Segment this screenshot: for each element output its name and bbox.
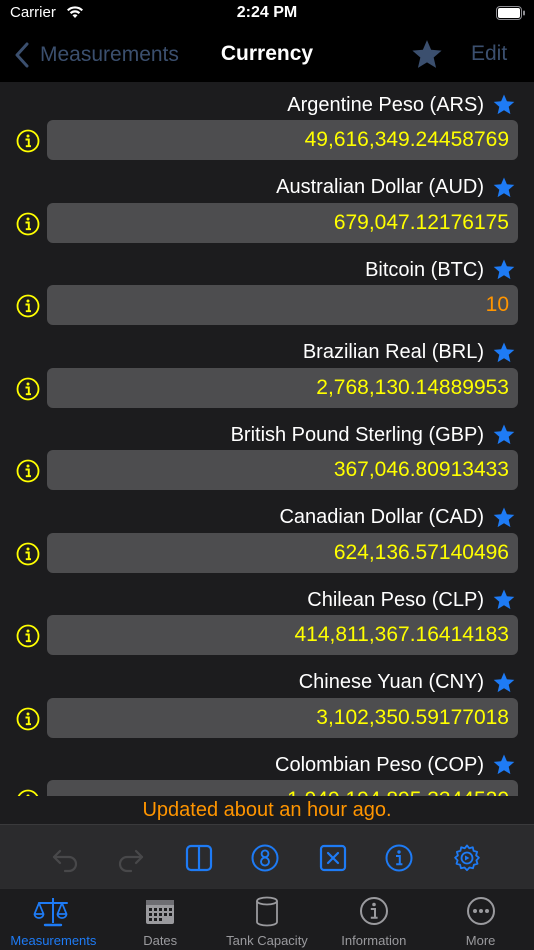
list-item: Australian Dollar (AUD) 679,047.12176175: [0, 165, 534, 248]
info-icon[interactable]: [16, 212, 40, 236]
more-icon: [466, 897, 495, 925]
list-item: Chinese Yuan (CNY) 3,102,350.59177018: [0, 660, 534, 743]
chevron-left-icon: [15, 42, 29, 68]
back-button-label: Measurements: [40, 43, 179, 66]
split-view-icon[interactable]: [184, 843, 214, 873]
star-icon[interactable]: [492, 258, 516, 282]
scale-icon: [34, 898, 69, 927]
star-icon[interactable]: [492, 753, 516, 777]
currency-label: Canadian Dollar (CAD): [279, 506, 484, 528]
currency-label: British Pound Sterling (GBP): [230, 423, 484, 446]
battery-icon: [496, 6, 525, 20]
star-icon[interactable]: [492, 93, 516, 117]
info-icon[interactable]: [16, 624, 40, 648]
currency-label: Chinese Yuan (CNY): [298, 671, 484, 693]
currency-label: Brazilian Real (BRL): [302, 341, 484, 363]
info-icon[interactable]: [16, 459, 40, 483]
info-icon[interactable]: [384, 843, 414, 873]
currency-value-field[interactable]: 2,768,130.14889953: [47, 367, 518, 408]
updated-status-text: Updated about an hour ago.: [0, 796, 534, 824]
star-icon[interactable]: [492, 341, 516, 365]
tab-dates[interactable]: Dates: [107, 889, 214, 950]
currency-list[interactable]: Argentine Peso (ARS) 49,616,349.24458769…: [0, 82, 534, 796]
back-button[interactable]: Measurements: [14, 40, 179, 70]
star-icon[interactable]: [492, 506, 516, 530]
info-icon[interactable]: [16, 129, 40, 153]
currency-value-field[interactable]: 1,949,194,895.3344520: [47, 780, 518, 796]
tab-information[interactable]: Information: [320, 889, 427, 950]
info-icon[interactable]: [16, 707, 40, 731]
info-icon[interactable]: [16, 789, 40, 796]
currency-label: Argentine Peso (ARS): [287, 93, 484, 116]
list-item: Chilean Peso (CLP) 414,811,367.16414183: [0, 577, 534, 660]
currency-value-field[interactable]: 624,136.57140496: [47, 532, 518, 573]
currency-value-field[interactable]: 367,046.80913433: [47, 450, 518, 490]
star-icon[interactable]: [492, 588, 516, 612]
toolbar: [0, 824, 534, 888]
tab-label: Measurements: [10, 933, 97, 948]
tab-label: More: [465, 933, 496, 948]
redo-icon[interactable]: [116, 843, 146, 873]
tab-bar: Measurements Dates Tank Capacity Informa…: [0, 888, 534, 950]
tab-label: Tank Capacity: [226, 933, 308, 948]
currency-value-field[interactable]: 49,616,349.24458769: [47, 120, 518, 160]
currency-label: Chilean Peso (CLP): [307, 588, 484, 611]
info-icon[interactable]: [16, 377, 40, 401]
tab-tank-capacity[interactable]: Tank Capacity: [214, 889, 321, 950]
precision-icon[interactable]: [250, 843, 280, 873]
star-icon[interactable]: [492, 176, 516, 200]
list-item: British Pound Sterling (GBP) 367,046.809…: [0, 412, 534, 495]
list-item: Argentine Peso (ARS) 49,616,349.24458769: [0, 82, 534, 165]
list-item: Canadian Dollar (CAD) 624,136.57140496: [0, 495, 534, 578]
currency-label: Bitcoin (BTC): [365, 258, 484, 281]
tab-measurements[interactable]: Measurements: [0, 889, 107, 950]
clear-icon[interactable]: [318, 843, 348, 873]
status-time: 2:24 PM: [236, 4, 298, 21]
star-icon[interactable]: [492, 671, 516, 695]
settings-gear-icon[interactable]: [452, 843, 482, 873]
info-icon[interactable]: [16, 294, 40, 318]
star-icon[interactable]: [492, 423, 516, 447]
tab-more[interactable]: More: [427, 889, 534, 950]
currency-label: Colombian Peso (COP): [275, 753, 484, 776]
navigation-bar: Measurements Currency Edit: [0, 28, 534, 82]
currency-value-field[interactable]: 3,102,350.59177018: [47, 697, 518, 738]
info-icon: [359, 897, 388, 925]
tab-label: Dates: [143, 933, 178, 948]
list-item: Brazilian Real (BRL) 2,768,130.14889953: [0, 330, 534, 413]
currency-label: Australian Dollar (AUD): [276, 176, 484, 198]
currency-value-field-active[interactable]: 10: [47, 285, 518, 325]
currency-value-field[interactable]: 679,047.12176175: [47, 202, 518, 243]
status-bar: Carrier 2:24 PM: [0, 0, 534, 28]
cylinder-icon: [256, 896, 278, 927]
tab-label: Information: [341, 933, 407, 948]
currency-value-field[interactable]: 414,811,367.16414183: [47, 615, 518, 655]
list-item: Bitcoin (BTC) 10: [0, 247, 534, 330]
edit-button[interactable]: Edit: [471, 42, 507, 66]
list-item: Colombian Peso (COP) 1,949,194,895.33445…: [0, 742, 534, 796]
info-icon[interactable]: [16, 542, 40, 566]
undo-icon[interactable]: [50, 843, 80, 873]
calendar-icon: [146, 900, 175, 924]
favorites-star-icon[interactable]: [410, 38, 444, 72]
